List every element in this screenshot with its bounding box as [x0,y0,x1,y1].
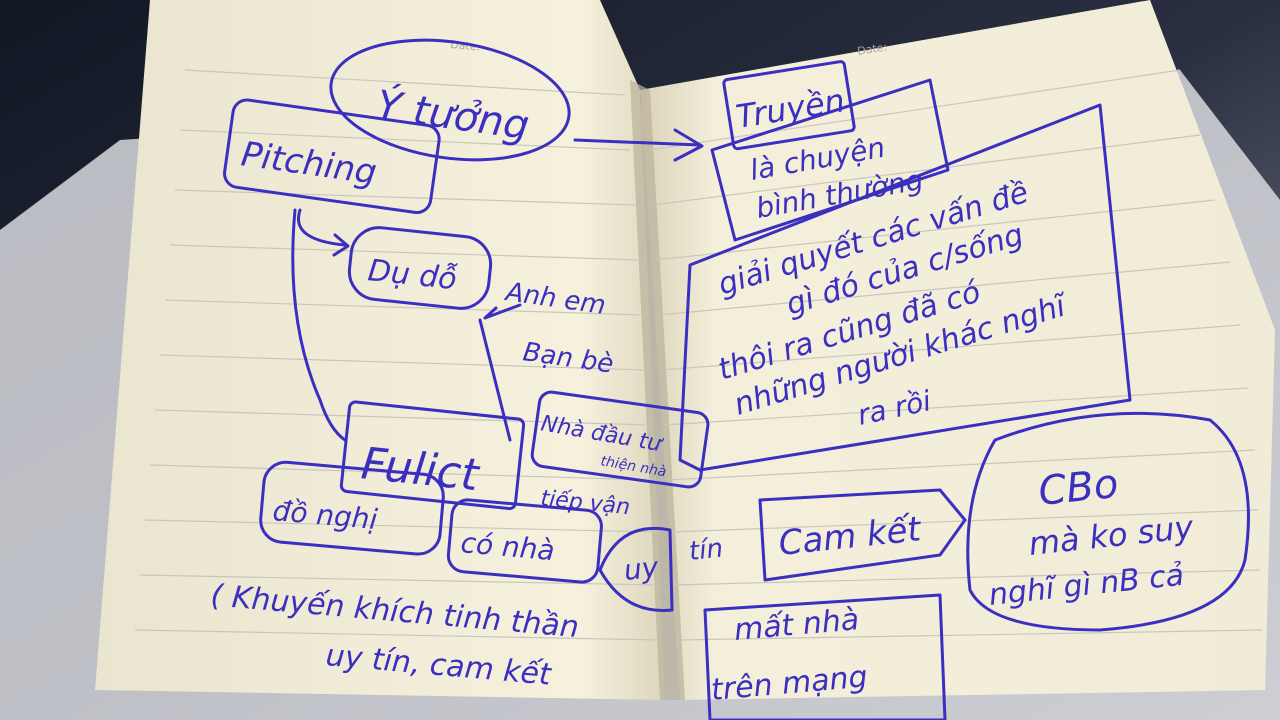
uy-text: uy [622,551,660,587]
notebook-photo: Date: Date: Ý tưởng Pitching Dụ dỗ Anh e… [0,0,1280,720]
cbo-text: CBo [1036,461,1120,515]
tin-text: tín [688,534,725,567]
